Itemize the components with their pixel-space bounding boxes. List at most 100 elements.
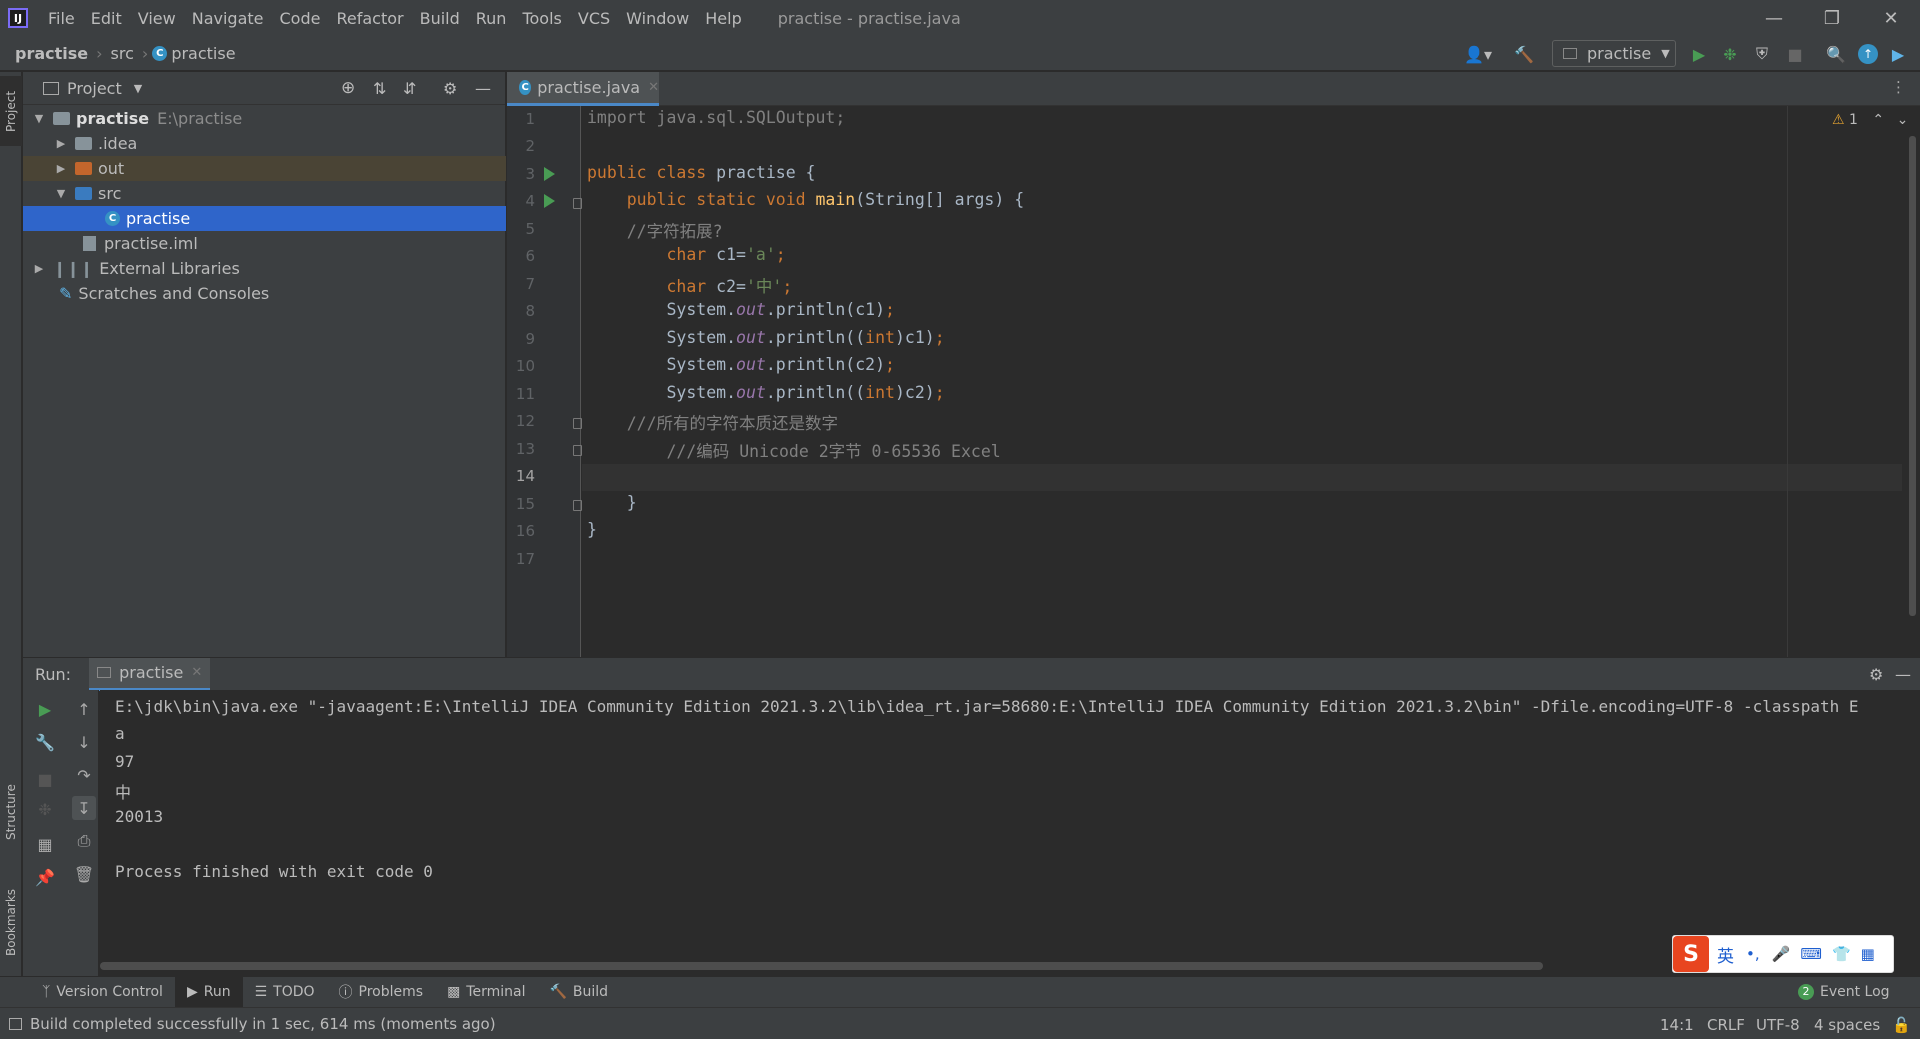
menu-edit[interactable]: Edit <box>83 9 130 28</box>
ime-mode[interactable]: 英 <box>1717 942 1734 967</box>
run-main-gutter-icon[interactable] <box>544 194 555 208</box>
collapse-all-icon[interactable]: ⇵ <box>403 79 416 98</box>
more-tabs-icon[interactable]: ⋮ <box>1891 78 1906 96</box>
menu-help[interactable]: Help <box>697 9 749 28</box>
close-tab-icon[interactable]: ✕ <box>648 80 659 95</box>
editor-scrollbar[interactable] <box>1909 136 1916 616</box>
tab-terminal[interactable]: ▩ Terminal <box>435 977 537 1008</box>
menu-code[interactable]: Code <box>272 9 329 28</box>
app-config-icon <box>1563 48 1577 59</box>
close-window-icon[interactable]: ✕ <box>1862 0 1920 36</box>
chevron-down-icon[interactable]: ⌄ <box>1897 112 1909 128</box>
restore-icon[interactable]: ❐ <box>1803 0 1861 36</box>
menu-window[interactable]: Window <box>618 9 697 28</box>
coverage-icon[interactable]: ⛨ <box>1752 44 1772 64</box>
fold-icon[interactable] <box>573 500 582 511</box>
breadcrumb-project[interactable]: practise <box>11 44 92 63</box>
breadcrumb-file[interactable]: practise <box>167 44 239 63</box>
menu-vcs[interactable]: VCS <box>570 9 618 28</box>
arrow-down-icon[interactable]: ↓ <box>72 730 96 754</box>
tree-item-practise-class[interactable]: C practise <box>23 206 506 231</box>
sogou-logo-icon[interactable]: S <box>1673 936 1709 972</box>
rerun-icon[interactable]: ▶ <box>33 697 57 721</box>
chevron-down-icon[interactable]: ▼ <box>134 82 142 95</box>
tab-build[interactable]: 🔨 Build <box>537 977 620 1008</box>
locate-icon[interactable]: ⊕ <box>341 78 355 98</box>
tree-item-out[interactable]: ▶ out <box>23 156 506 181</box>
toolbox-icon[interactable]: ▦ <box>1861 945 1875 963</box>
structure-tool-tab[interactable]: Structure <box>0 762 22 862</box>
lock-icon[interactable]: 🔓 <box>1892 1016 1911 1034</box>
tree-item-practise-iml[interactable]: practise.iml <box>23 231 506 256</box>
fold-icon[interactable] <box>573 198 582 209</box>
run-configuration-select[interactable]: practise ▼ <box>1552 40 1676 67</box>
microphone-icon[interactable]: 🎤 <box>1772 945 1791 963</box>
search-icon[interactable]: 🔍 <box>1826 44 1846 64</box>
wrench-icon[interactable]: 🔧 <box>33 730 57 754</box>
console-output[interactable]: E:\jdk\bin\java.exe "-javaagent:E:\Intel… <box>100 690 1920 976</box>
minimize-icon[interactable]: — <box>1745 0 1803 36</box>
arrow-up-icon[interactable]: ↑ <box>72 697 96 721</box>
line-separator[interactable]: CRLF <box>1707 1016 1745 1034</box>
scroll-to-end-icon[interactable]: ↧ <box>72 796 96 820</box>
tab-version-control[interactable]: ᛉ Version Control <box>30 977 175 1008</box>
fold-icon[interactable] <box>573 418 582 429</box>
tab-practise-java[interactable]: C practise.java ✕ <box>507 72 659 106</box>
menu-tools[interactable]: Tools <box>514 9 569 28</box>
update-icon[interactable]: ↑ <box>1858 44 1878 64</box>
debug-icon[interactable]: ❉ <box>33 797 57 821</box>
hide-icon[interactable]: — <box>1895 665 1911 684</box>
build-hammer-icon[interactable]: 🔨 <box>1514 44 1534 64</box>
breadcrumb-src[interactable]: src <box>107 44 138 63</box>
status-message[interactable]: Build completed successfully in 1 sec, 6… <box>30 1015 496 1033</box>
menu-refactor[interactable]: Refactor <box>328 9 411 28</box>
code-editor[interactable]: import java.sql.SQLOutput; public class … <box>582 106 1920 657</box>
tab-run[interactable]: ▶ Run <box>174 976 243 1008</box>
skin-icon[interactable]: 👕 <box>1832 945 1851 963</box>
menu-view[interactable]: View <box>130 9 184 28</box>
tab-todo[interactable]: ☰ TODO <box>243 977 327 1008</box>
bookmarks-tool-tab[interactable]: Bookmarks <box>0 872 22 972</box>
project-tool-tab[interactable]: Project <box>0 76 22 146</box>
gear-icon[interactable]: ⚙ <box>443 79 457 98</box>
punctuation-icon[interactable]: •, <box>1746 945 1760 963</box>
trash-icon[interactable]: 🗑 <box>72 862 96 886</box>
menu-build[interactable]: Build <box>412 9 468 28</box>
tab-problems[interactable]: ⓘ Problems <box>327 977 436 1008</box>
warning-indicator[interactable]: ⚠ 1 ⌃ ⌄ <box>1832 112 1908 128</box>
code-with-me-icon[interactable]: ▶ <box>1888 44 1908 64</box>
run-tab-practise[interactable]: practise ✕ <box>89 657 211 691</box>
expand-all-icon[interactable]: ⇅ <box>373 79 386 98</box>
close-tab-icon[interactable]: ✕ <box>191 665 202 680</box>
tree-item-external-libraries[interactable]: ▶ ❙❙❙ External Libraries <box>23 256 506 281</box>
file-encoding[interactable]: UTF-8 <box>1756 1016 1800 1034</box>
caret-position[interactable]: 14:1 <box>1660 1016 1694 1034</box>
event-log-button[interactable]: 2 Event Log <box>1786 977 1902 1008</box>
run-class-gutter-icon[interactable] <box>544 167 555 181</box>
tree-item-scratches[interactable]: ✎ Scratches and Consoles <box>23 281 506 306</box>
menu-run[interactable]: Run <box>468 9 515 28</box>
layout-icon[interactable]: ▦ <box>33 832 57 856</box>
run-icon[interactable]: ▶ <box>1689 44 1709 64</box>
console-horizontal-scrollbar[interactable] <box>100 962 1543 970</box>
tree-item-src[interactable]: ▼ src <box>23 181 506 206</box>
tree-item-idea[interactable]: ▶ .idea <box>23 131 506 156</box>
gear-icon[interactable]: ⚙ <box>1869 665 1883 684</box>
user-icon[interactable]: 👤▾ <box>1462 44 1494 64</box>
toggle-tool-windows-icon[interactable] <box>9 1017 22 1030</box>
project-panel-title[interactable]: Project <box>67 79 122 98</box>
hide-icon[interactable]: — <box>475 79 491 98</box>
chevron-up-icon[interactable]: ⌃ <box>1872 112 1884 128</box>
fold-icon[interactable] <box>573 445 582 456</box>
stop-icon[interactable]: ■ <box>33 767 57 791</box>
pin-icon[interactable]: 📌 <box>33 865 57 889</box>
keyboard-icon[interactable]: ⌨ <box>1800 945 1822 963</box>
indent-setting[interactable]: 4 spaces <box>1814 1016 1880 1034</box>
print-icon[interactable]: ⎙ <box>72 829 96 853</box>
menu-file[interactable]: File <box>40 9 83 28</box>
soft-wrap-icon[interactable]: ↷ <box>72 763 96 787</box>
stop-icon[interactable]: ■ <box>1785 44 1805 64</box>
debug-icon[interactable]: ❉ <box>1720 44 1740 64</box>
menu-navigate[interactable]: Navigate <box>184 9 272 28</box>
tree-item-practise-root[interactable]: ▼ practise E:\practise <box>23 106 506 131</box>
